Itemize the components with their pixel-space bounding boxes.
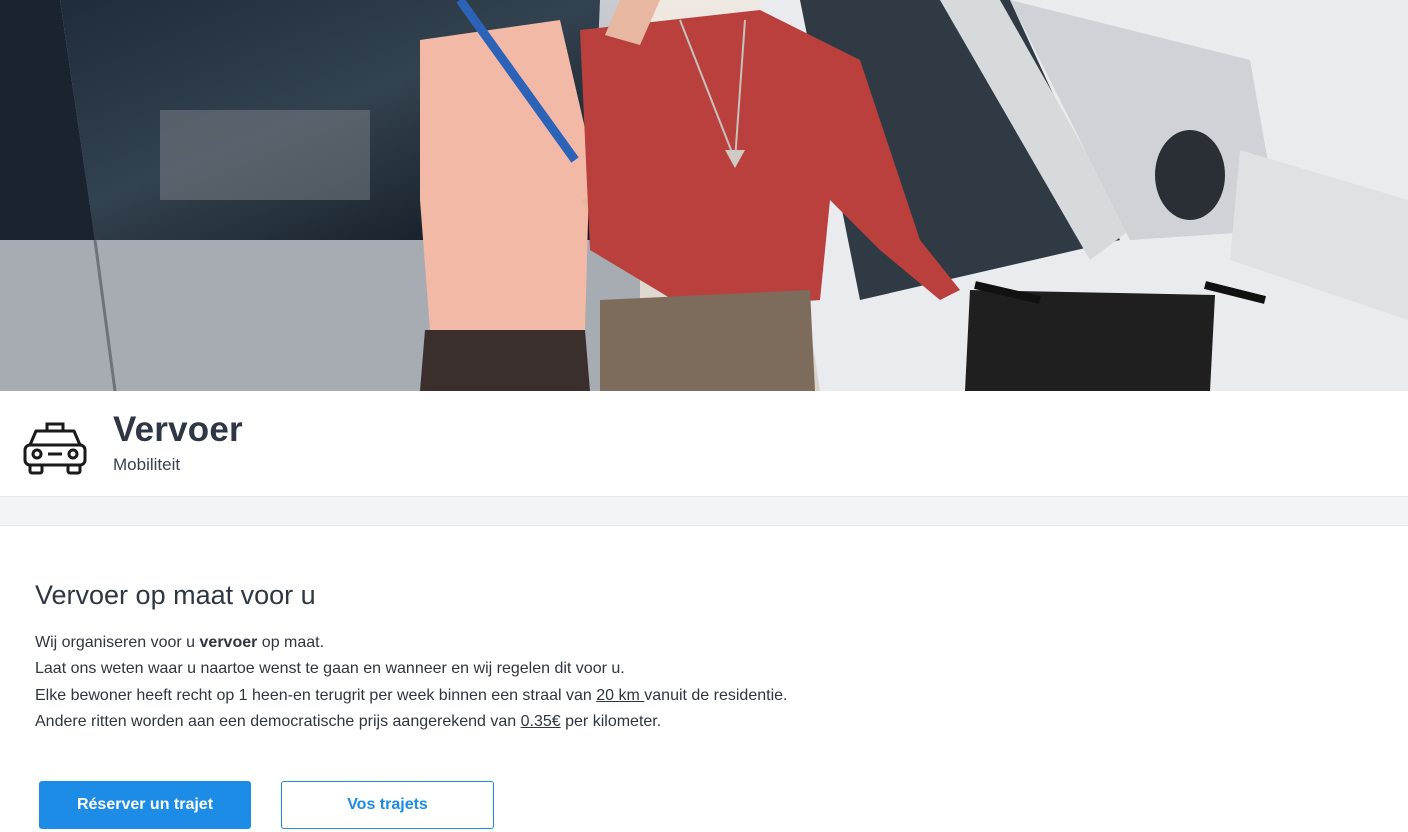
- service-description: Wij organiseren voor u vervoer op maat. …: [35, 630, 787, 735]
- line4-text-end: per kilometer.: [560, 712, 662, 730]
- description-line-2: Laat ons weten waar u naartoe wenst te g…: [35, 660, 625, 678]
- hero-image: [0, 0, 1408, 391]
- page-subtitle: Mobiliteit: [113, 455, 181, 474]
- reserve-trip-button[interactable]: Réserver un trajet: [39, 781, 251, 829]
- distance-highlight: 20 km: [596, 686, 645, 704]
- section-heading: Vervoer op maat voor u: [35, 580, 316, 610]
- section-divider: [0, 497, 1408, 526]
- line1-text: Wij organiseren voor u: [35, 634, 200, 651]
- page-title: Vervoer: [113, 410, 243, 449]
- line1-text-end: op maat.: [257, 634, 325, 651]
- description-line-3: Elke bewoner heeft recht op 1 heen-en te…: [35, 683, 787, 709]
- line3-text-end: vanuit de residentie.: [644, 686, 788, 704]
- my-trips-button[interactable]: Vos trajets: [281, 781, 494, 829]
- price-highlight: 0.35€: [520, 712, 561, 730]
- line3-text: Elke bewoner heeft recht op 1 heen-en te…: [35, 686, 597, 704]
- description-line-1: Wij organiseren voor u vervoer op maat.: [35, 630, 787, 656]
- line1-bold: vervoer: [199, 634, 258, 651]
- description-line-4: Andere ritten worden aan een democratisc…: [35, 709, 787, 735]
- hero-photo-illustration: [0, 0, 1408, 391]
- line4-text: Andere ritten worden aan een democratisc…: [35, 712, 521, 730]
- taxi-icon: [22, 421, 88, 475]
